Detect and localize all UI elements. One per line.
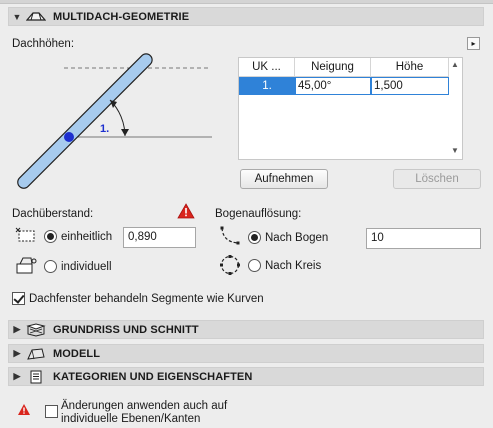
cell-hoehe[interactable]: 1,500 [371, 77, 449, 95]
uniform-option[interactable]: einheitlich [44, 230, 112, 243]
apply-label-line1: Änderungen anwenden auch auf [61, 400, 228, 412]
overhang-value-input[interactable]: 0,890 [123, 227, 196, 248]
aufnehmen-button[interactable]: Aufnehmen [240, 169, 328, 189]
by-arc-option[interactable]: Nach Bogen [248, 231, 328, 244]
col-header-uk[interactable]: UK ... [239, 58, 295, 77]
section-title: GRUNDRISS UND SCHNITT [53, 323, 199, 336]
uniform-overhang-icon [14, 226, 36, 247]
apply-to-individual-checkbox[interactable] [45, 405, 58, 418]
dormer-option[interactable]: Dachfenster behandeln Segmente wie Kurve… [12, 292, 264, 305]
section-multidach-geometrie[interactable]: ▼ MULTIDACH-GEOMETRIE [8, 7, 484, 26]
loeschen-button[interactable]: Löschen [393, 169, 481, 189]
arc-resolution-label: Bogenauflösung: [215, 208, 302, 220]
cell-neigung[interactable]: 45,00° [295, 77, 371, 95]
apply-label-line2: individuelle Ebenen/Kanten [61, 413, 201, 425]
section-title: KATEGORIEN UND EIGENSCHAFTEN [53, 370, 253, 383]
categories-document-icon [25, 369, 47, 385]
by-circle-option[interactable]: Nach Kreis [248, 259, 321, 272]
by-circle-radio[interactable] [248, 259, 261, 272]
individual-label: individuell [61, 260, 112, 273]
diagram-level-label: 1. [100, 123, 109, 135]
overhang-label: Dachüberstand: [12, 208, 94, 220]
by-arc-label: Nach Bogen [265, 231, 329, 244]
dachhoehen-label: Dachhöhen: [12, 38, 75, 50]
scroll-up-icon[interactable]: ▲ [451, 60, 459, 69]
section-kategorien-und-eigenschaften[interactable]: ▶ KATEGORIEN UND EIGENSCHAFTEN [8, 367, 484, 386]
section-modell[interactable]: ▶ MODELL [8, 344, 484, 363]
collapse-triangle-icon[interactable]: ▼ [9, 12, 25, 22]
individual-overhang-icon [14, 255, 38, 278]
circle-segment-icon [219, 254, 241, 279]
scroll-down-icon[interactable]: ▼ [451, 146, 459, 155]
roof-pitch-diagram: 1. [12, 52, 217, 197]
by-arc-radio[interactable] [248, 231, 261, 244]
table-row[interactable]: 1. 45,00° 1,500 [239, 77, 449, 95]
individual-option[interactable]: individuell [44, 260, 112, 273]
footer-warning-icon [17, 403, 31, 419]
section-title: MULTIDACH-GEOMETRIE [53, 10, 190, 23]
expand-triangle-icon[interactable]: ▶ [9, 371, 25, 382]
arc-segment-icon [219, 226, 241, 249]
expand-triangle-icon[interactable]: ▶ [9, 348, 25, 359]
uniform-label: einheitlich [61, 230, 113, 243]
section-grundriss-und-schnitt[interactable]: ▶ GRUNDRISS UND SCHNITT [8, 320, 484, 339]
table-scrollbar[interactable]: ▲ ▼ [448, 58, 462, 159]
individual-radio[interactable] [44, 260, 57, 273]
options-popup-icon[interactable]: ▸ [467, 37, 480, 50]
dormer-label: Dachfenster behandeln Segmente wie Kurve… [29, 292, 264, 305]
floor-plan-section-icon [25, 322, 47, 338]
by-circle-label: Nach Kreis [265, 259, 322, 272]
warning-icon [177, 203, 195, 222]
col-header-hoehe[interactable]: Höhe [371, 58, 449, 77]
expand-triangle-icon[interactable]: ▶ [9, 324, 25, 335]
model-icon [25, 346, 47, 362]
multiplane-roof-icon [25, 9, 47, 25]
arc-segments-input[interactable]: 10 [366, 228, 481, 249]
roof-levels-table[interactable]: UK ... Neigung Höhe 1. 45,00° 1,500 ▲ ▼ [238, 57, 463, 160]
cell-uk[interactable]: 1. [239, 77, 295, 95]
dormer-checkbox[interactable] [12, 292, 25, 305]
top-divider [0, 0, 493, 4]
col-header-neigung[interactable]: Neigung [295, 58, 371, 77]
apply-to-individual-label: Änderungen anwenden auch auf individuell… [61, 400, 227, 426]
uniform-radio[interactable] [44, 230, 57, 243]
section-title: MODELL [53, 347, 101, 360]
